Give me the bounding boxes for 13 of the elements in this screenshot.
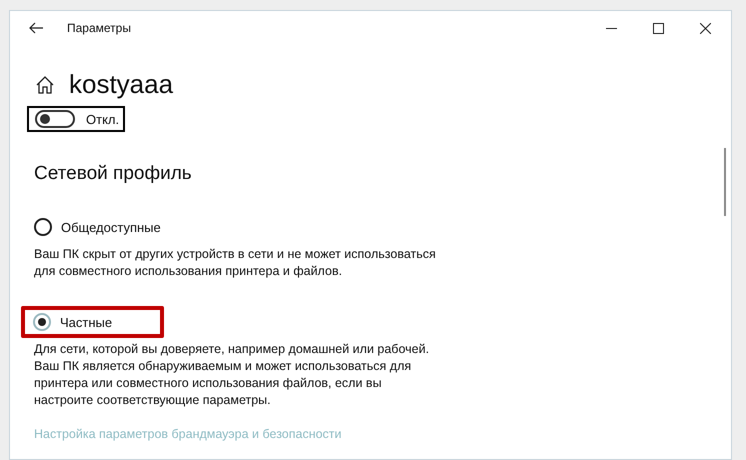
section-title: Сетевой профиль <box>34 163 193 185</box>
maximize-icon[interactable] <box>653 22 664 34</box>
home-icon[interactable] <box>36 76 54 94</box>
back-arrow-icon[interactable] <box>29 22 43 34</box>
radio-option[interactable]: Общедоступные <box>30 211 213 243</box>
scrollbar[interactable] <box>724 148 726 216</box>
window-title: Параметры <box>67 21 131 35</box>
close-icon[interactable] <box>700 22 711 34</box>
description-text: Для сети, которой вы доверяете, например домашней или рабочей. Ваш ПК является обнаруживаемым и может использоваться для принтера или совместного использования файлов, если вы настроите соответствующие параметры. <box>34 341 430 409</box>
toggle-switch[interactable]: Откл. <box>27 106 126 132</box>
description-text: Ваш ПК скрыт от других устройств в сети и не может использоваться для совместного использования принтера и файлов. <box>34 246 437 280</box>
radio-option[interactable]: Частные <box>21 306 164 338</box>
page-title: kostyaaa <box>69 69 174 100</box>
